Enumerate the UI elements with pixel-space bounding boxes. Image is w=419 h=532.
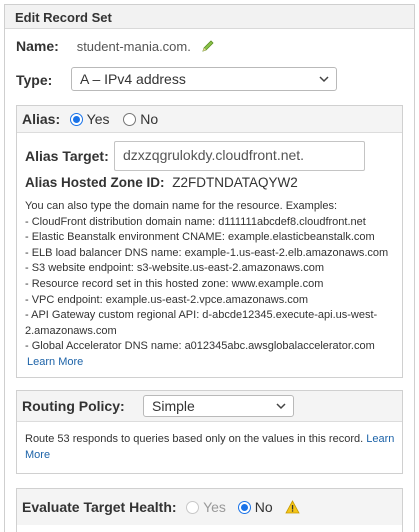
routing-policy-select[interactable]: Simple — [143, 395, 294, 417]
alias-example-5: - Resource record set in this hosted zon… — [25, 277, 324, 290]
health-no-option[interactable]: No — [237, 499, 277, 515]
name-value: student-mania.com. — [76, 39, 191, 54]
evaluate-health-label: Evaluate Target Health: — [22, 499, 177, 515]
alias-example-4: - S3 website endpoint: s3-website.us-eas… — [25, 262, 324, 275]
alias-target-value: dzxzqgrulokdy.cloudfront.net. — [123, 147, 305, 163]
alias-zone-value: Z2FDTNDATAQYW2 — [172, 175, 298, 190]
health-no-label: No — [254, 499, 273, 515]
alias-help-text: You can also type the domain name for th… — [25, 199, 395, 371]
alias-target-label: Alias Target: — [25, 148, 109, 164]
alias-section: Alias: Yes No Alias Target: dzxzqgrulokd… — [16, 105, 403, 378]
alias-header: Alias: Yes No — [17, 106, 402, 133]
alias-help-intro: You can also type the domain name for th… — [25, 200, 338, 212]
health-yes-radio[interactable] — [186, 501, 200, 514]
pencil-icon[interactable] — [201, 39, 215, 53]
name-label: Name: — [16, 38, 59, 54]
alias-yes-radio[interactable] — [70, 113, 84, 126]
alias-example-7: - API Gateway custom regional API: d-abc… — [25, 309, 378, 322]
type-label: Type: — [16, 72, 53, 88]
routing-policy-section: Routing Policy: Simple Route 53 responds… — [16, 390, 403, 474]
health-yes-label: Yes — [203, 499, 226, 515]
alias-target-input[interactable]: dzxzqgrulokdy.cloudfront.net. — [114, 141, 365, 171]
alias-yes-label: Yes — [86, 111, 110, 127]
type-select[interactable]: A – IPv4 address — [71, 67, 337, 91]
alias-example-6: - VPC endpoint: example.us-east-2.vpce.a… — [25, 293, 309, 306]
panel-title: Edit Record Set — [5, 5, 414, 29]
alias-label: Alias: — [22, 111, 61, 127]
chevron-down-icon — [276, 403, 286, 410]
alias-example-3: - ELB load balancer DNS name: example-1.… — [25, 246, 389, 259]
type-select-value: A – IPv4 address — [80, 71, 186, 87]
routing-learn-more-link-b[interactable]: More — [25, 449, 50, 461]
alias-example-1: - CloudFront distribution domain name: d… — [25, 215, 366, 228]
warning-icon[interactable] — [284, 500, 300, 514]
name-row: Name: student-mania.com. — [16, 38, 215, 54]
chevron-down-icon — [319, 76, 329, 83]
alias-learn-more-link[interactable]: Learn More — [27, 356, 83, 368]
alias-no-radio[interactable] — [123, 113, 137, 126]
alias-example-8: - Global Accelerator DNS name: a012345ab… — [25, 340, 375, 353]
health-yes-option[interactable]: Yes — [186, 499, 229, 515]
evaluate-health-header: Evaluate Target Health: Yes No — [17, 489, 402, 525]
alias-no-option[interactable]: No — [123, 111, 158, 127]
alias-zone-label: Alias Hosted Zone ID: — [25, 175, 165, 190]
alias-target-row: Alias Target: — [25, 148, 109, 164]
alias-no-label: No — [140, 111, 159, 127]
routing-policy-help: Route 53 responds to queries based only … — [25, 431, 399, 463]
alias-yes-option[interactable]: Yes — [70, 111, 113, 127]
alias-zone-row: Alias Hosted Zone ID: Z2FDTNDATAQYW2 — [25, 175, 298, 190]
alias-example-2: - Elastic Beanstalk environment CNAME: e… — [25, 231, 375, 244]
evaluate-health-section: Evaluate Target Health: Yes No — [16, 488, 403, 532]
routing-policy-value: Simple — [152, 398, 195, 414]
routing-policy-help-text: Route 53 responds to queries based only … — [25, 433, 364, 445]
alias-example-7-cont: 2.amazonaws.com — [25, 324, 117, 337]
routing-learn-more-link-a[interactable]: Learn — [366, 433, 394, 445]
routing-policy-label: Routing Policy: — [22, 398, 125, 414]
type-label-row: Type: — [16, 72, 52, 88]
health-no-radio[interactable] — [237, 501, 251, 514]
